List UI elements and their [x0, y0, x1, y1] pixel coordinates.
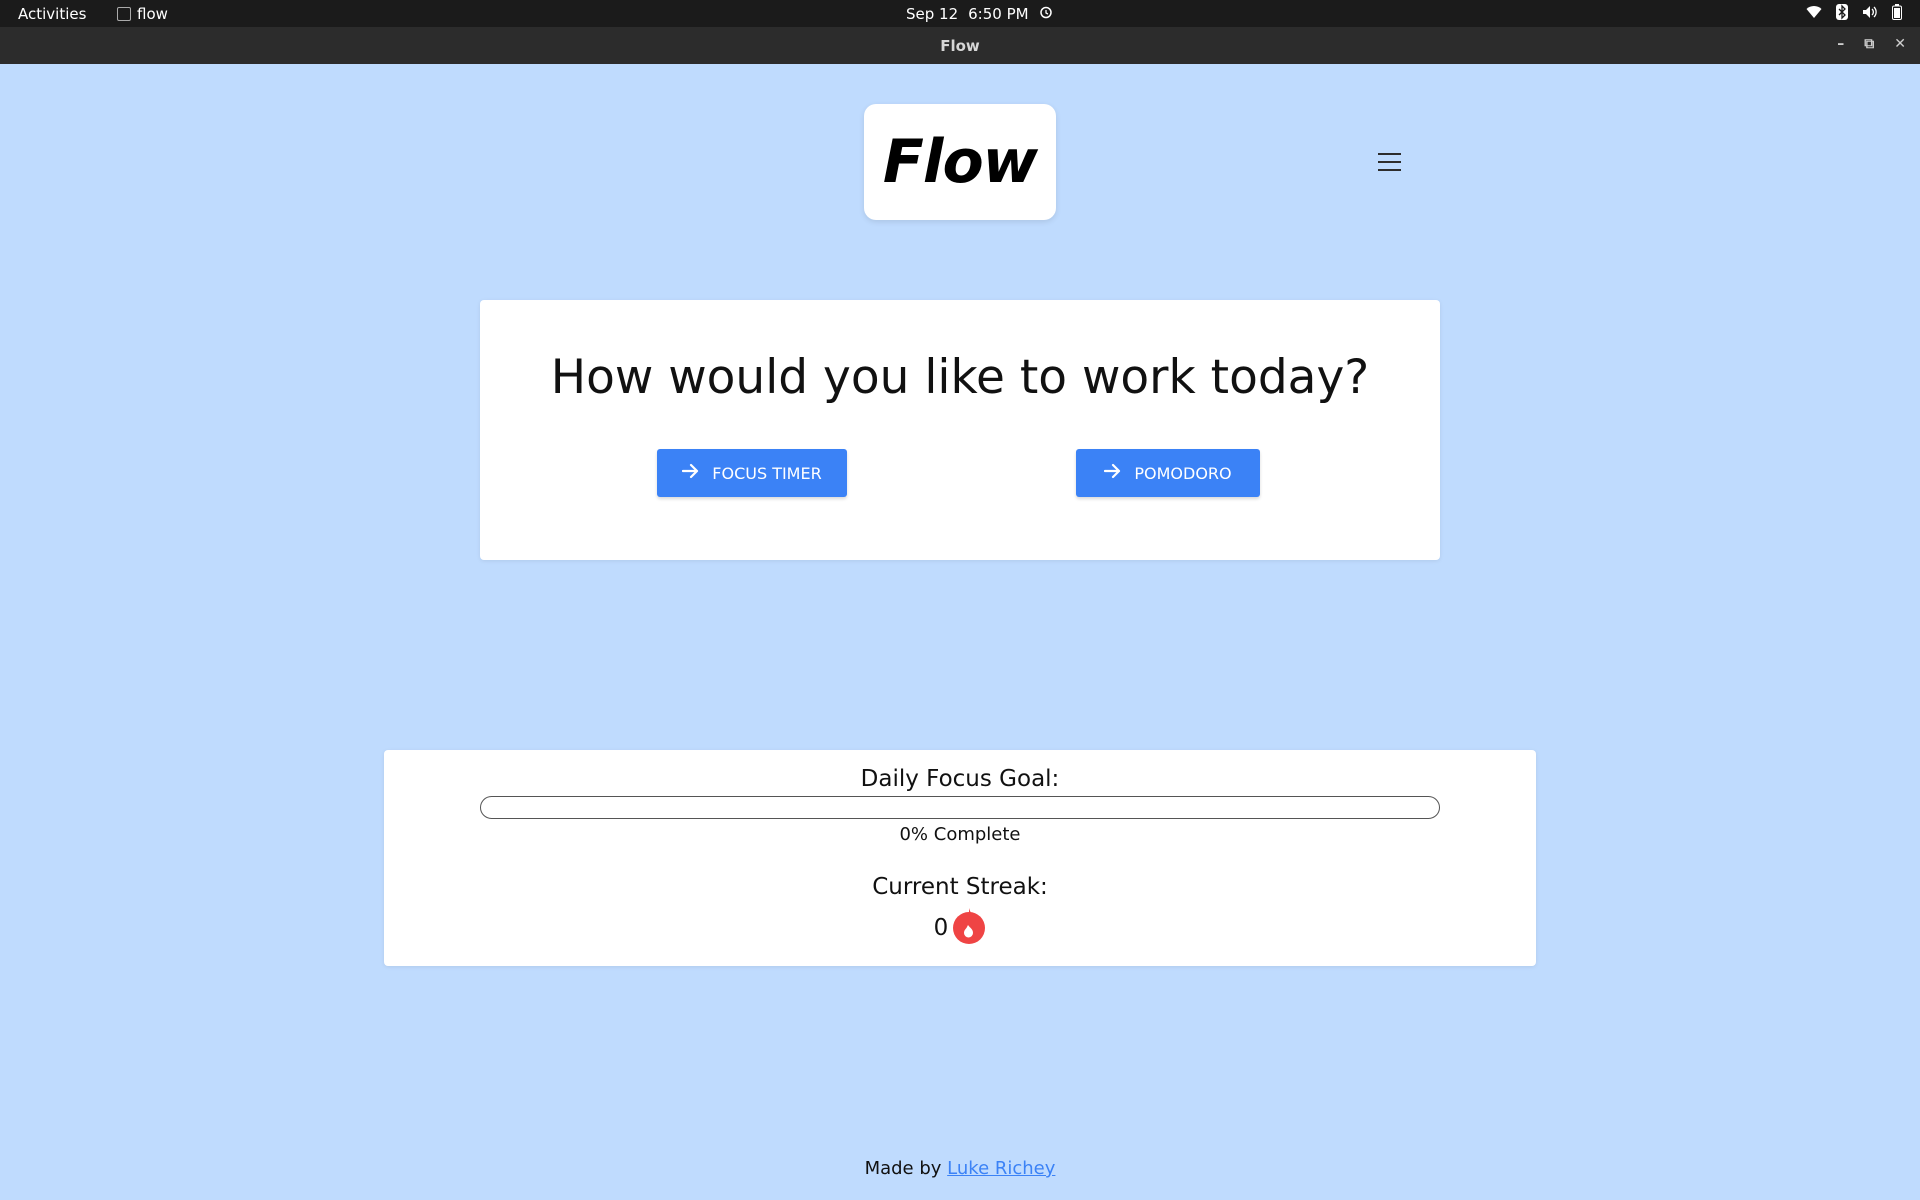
window-title-bar[interactable]: Flow – ⧉ ✕ [0, 27, 1920, 64]
hamburger-menu-icon[interactable] [1376, 148, 1404, 176]
app-name: flow [137, 5, 168, 23]
pomodoro-button[interactable]: POMODORO [1076, 449, 1260, 497]
daily-goal-title: Daily Focus Goal: [860, 766, 1060, 792]
activities-button[interactable]: Activities [18, 5, 86, 23]
streak-count: 0 [933, 915, 949, 941]
wifi-icon [1806, 5, 1822, 19]
author-link[interactable]: Luke Richey [947, 1158, 1055, 1179]
maximize-icon[interactable]: ⧉ [1864, 36, 1874, 52]
footer: Made by Luke Richey [0, 1158, 1920, 1179]
work-mode-heading: How would you like to work today? [550, 350, 1370, 405]
clock-date: Sep 12 [906, 5, 959, 23]
focus-timer-label: FOCUS TIMER [712, 463, 822, 483]
bluetooth-icon [1836, 4, 1848, 20]
battery-icon [1892, 4, 1902, 20]
app-icon [117, 7, 131, 21]
pomodoro-label: POMODORO [1134, 463, 1232, 483]
arrow-right-icon [1104, 463, 1122, 483]
window-title: Flow [940, 37, 980, 55]
system-tray[interactable] [1806, 4, 1902, 20]
logo: Flow [882, 127, 1038, 197]
app-menu[interactable]: flow [117, 5, 168, 23]
streak-title: Current Streak: [872, 874, 1048, 900]
system-top-bar: Activities flow Sep 12 6:50 PM [0, 0, 1920, 27]
daily-goal-progress-bar [480, 796, 1440, 819]
volume-icon [1862, 5, 1878, 19]
daily-goal-card: Daily Focus Goal: 0% Complete Current St… [384, 750, 1536, 966]
focus-timer-button[interactable]: FOCUS TIMER [657, 449, 847, 497]
minimize-icon[interactable]: – [1837, 36, 1844, 52]
close-icon[interactable]: ✕ [1894, 36, 1906, 52]
footer-made-by: Made by [864, 1158, 942, 1179]
work-mode-card: How would you like to work today? FOCUS … [480, 300, 1440, 560]
logo-card[interactable]: Flow [864, 104, 1056, 220]
arrow-right-icon [682, 463, 700, 483]
clock[interactable]: Sep 12 6:50 PM [906, 5, 1053, 23]
page-content: Flow How would you like to work today? F… [0, 64, 1920, 1200]
alarm-icon [1039, 5, 1053, 23]
streak-row: 0 [384, 908, 1536, 948]
clock-time: 6:50 PM [968, 5, 1029, 23]
daily-goal-percent: 0% Complete [899, 824, 1021, 845]
flame-icon [952, 908, 986, 948]
